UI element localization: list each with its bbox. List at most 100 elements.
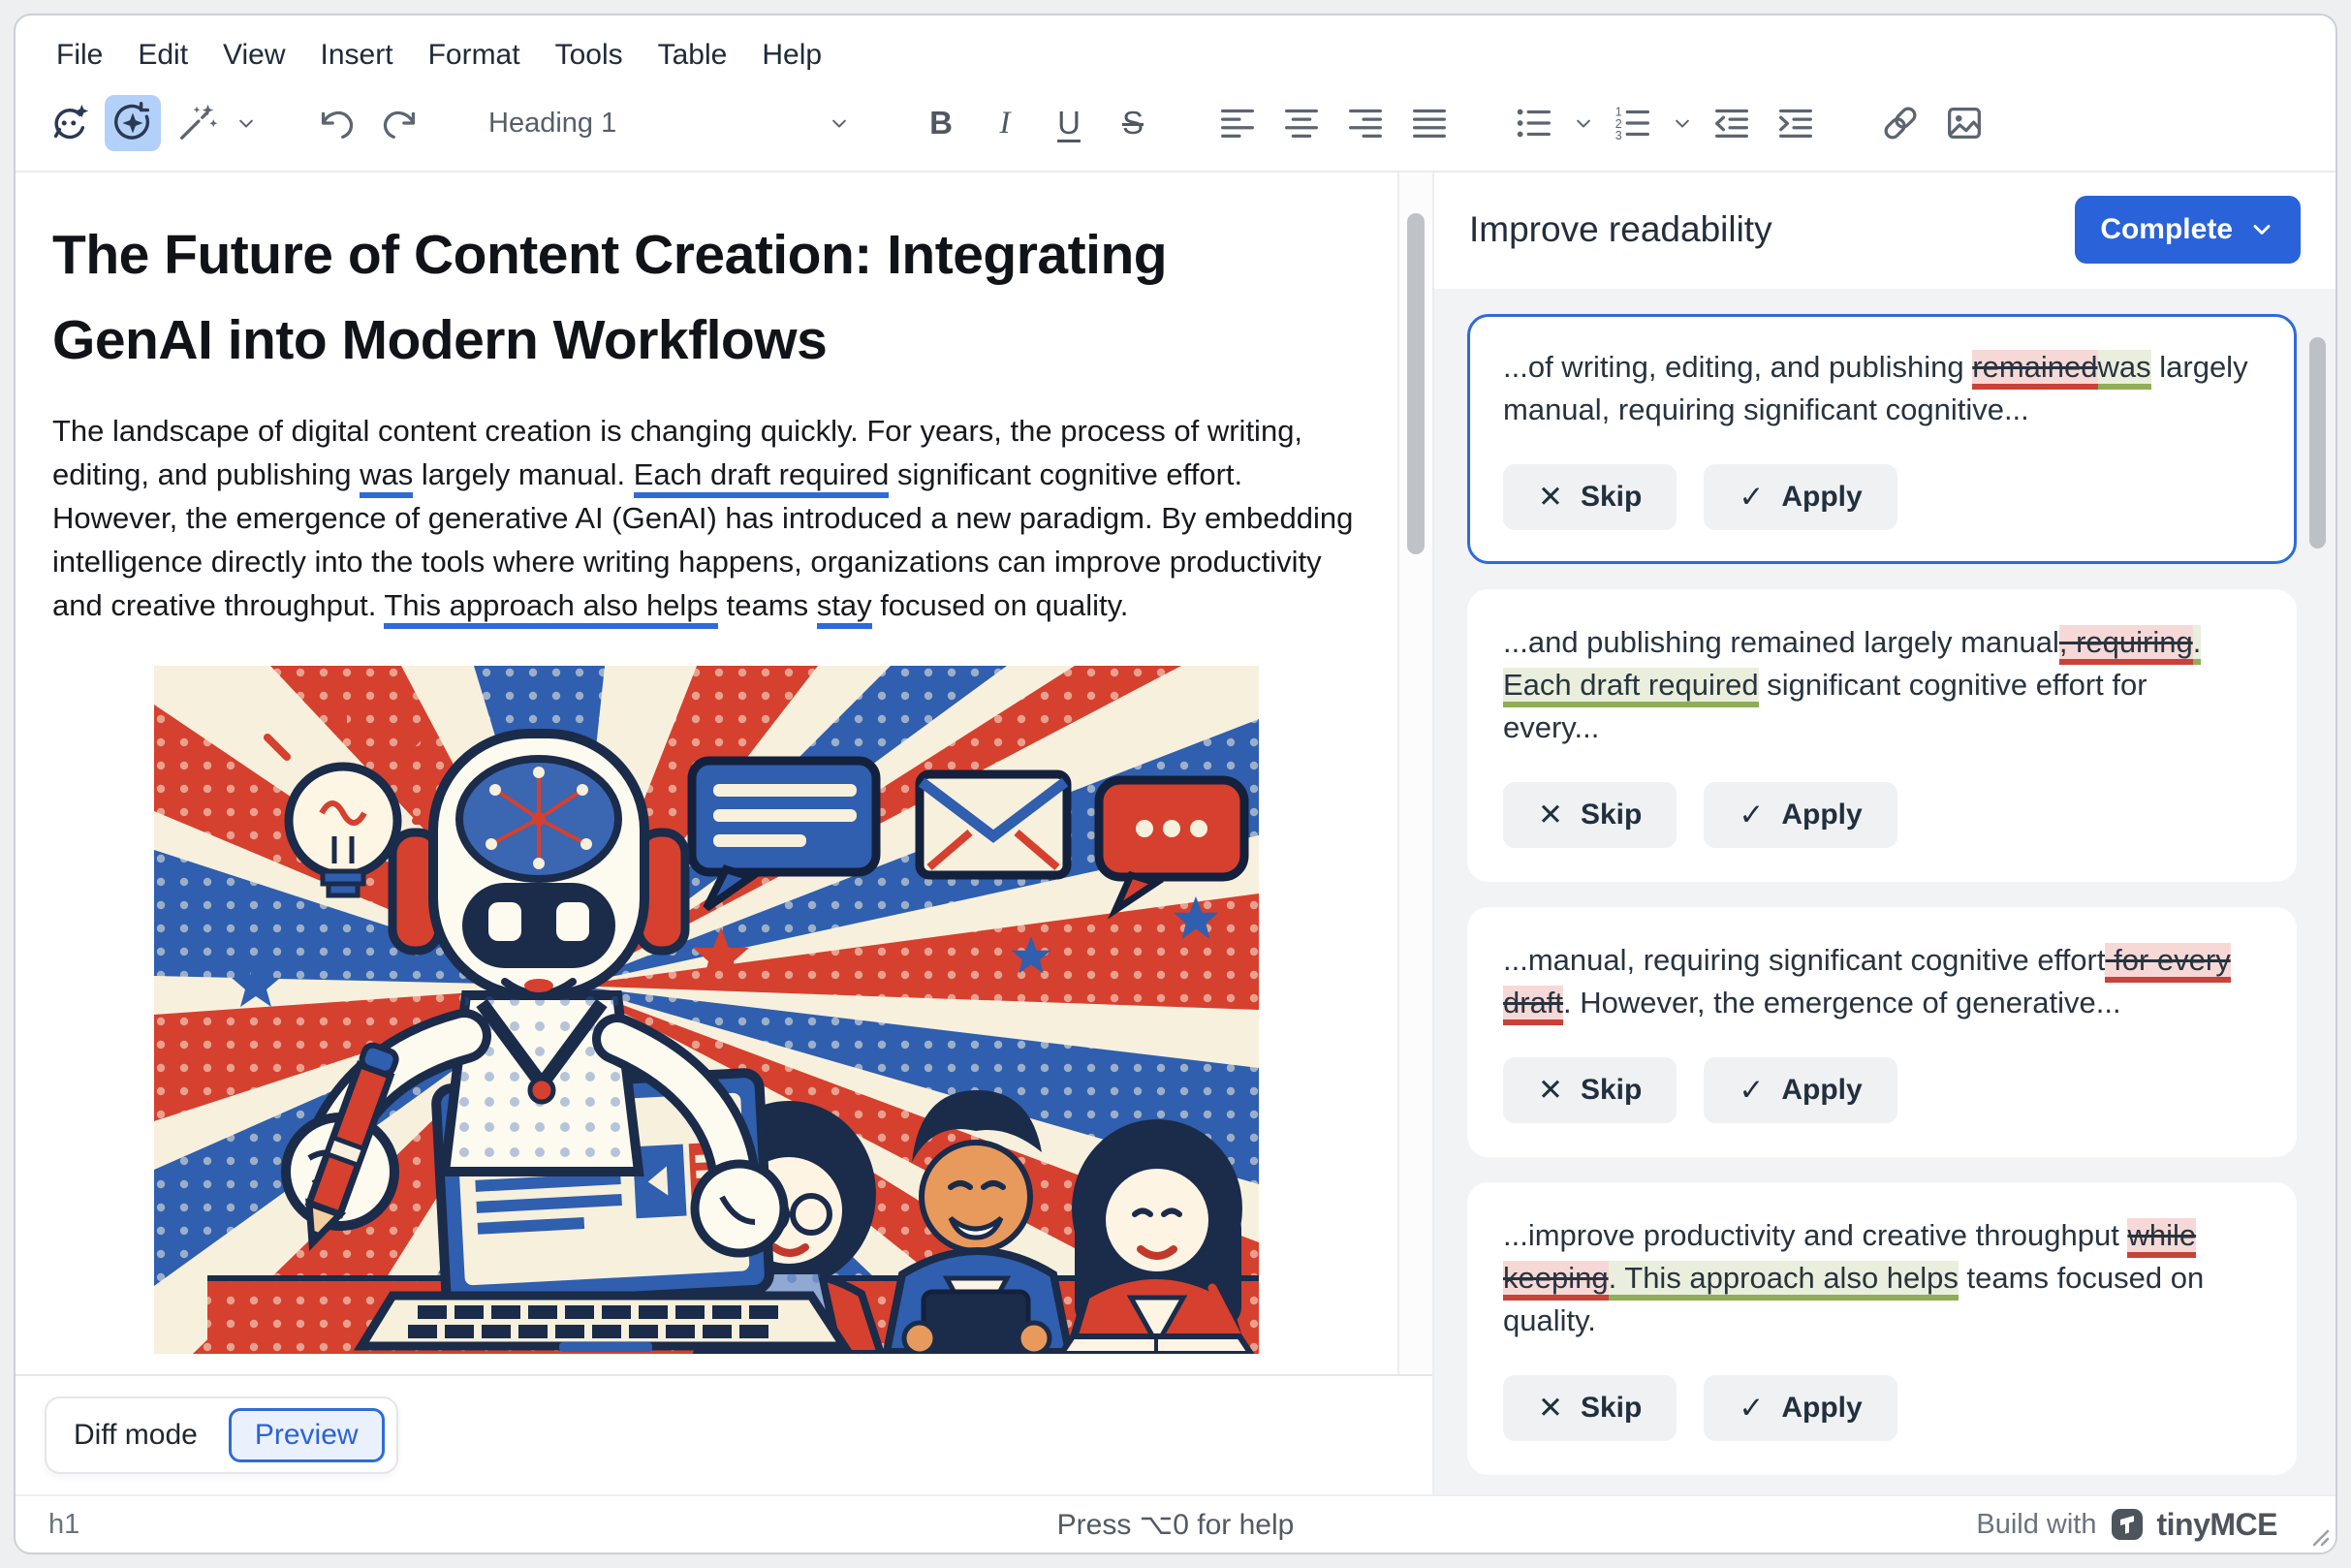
text-span: ...and publishing remained largely manua… — [1503, 625, 2059, 659]
ai-shortcuts-button[interactable] — [105, 95, 161, 151]
element-path: h1 — [48, 1509, 455, 1541]
genai-pop-art-illustration[interactable] — [154, 666, 1259, 1354]
diff-underline-span: stay — [817, 588, 872, 629]
branding[interactable]: Build with tinyMCE — [1896, 1507, 2303, 1543]
x-mark-icon: ✕ — [1538, 1391, 1563, 1426]
apply-button[interactable]: ✓ Apply — [1704, 782, 1896, 848]
menubar: FileEditViewInsertFormatToolsTableHelp — [16, 16, 2335, 83]
outdent-icon — [1709, 101, 1754, 145]
x-mark-icon: ✕ — [1538, 1073, 1563, 1108]
diff-mode-button[interactable]: Diff mode — [58, 1411, 213, 1459]
editor-scrollbar-thumb[interactable] — [1407, 213, 1425, 554]
align-right-button[interactable] — [1337, 95, 1394, 151]
panel-scrollbar-thumb[interactable] — [2309, 337, 2326, 549]
suggestion-card[interactable]: ...and publishing remained largely manua… — [1467, 589, 2297, 882]
ai-orbit-sparkle-icon — [110, 101, 155, 145]
apply-button[interactable]: ✓ Apply — [1704, 464, 1896, 530]
complete-chevron-down-icon — [2248, 216, 2275, 243]
apply-button[interactable]: ✓ Apply — [1704, 1057, 1896, 1123]
menu-tools[interactable]: Tools — [538, 31, 641, 79]
editor-content[interactable]: The Future of Content Creation: Integrat… — [16, 172, 1397, 1374]
main-area: The Future of Content Creation: Integrat… — [16, 172, 2335, 1494]
skip-button[interactable]: ✕ Skip — [1503, 464, 1677, 530]
indent-icon — [1773, 101, 1818, 145]
menu-format[interactable]: Format — [411, 31, 538, 79]
text-span: focused on quality. — [872, 588, 1129, 622]
align-center-button[interactable] — [1273, 95, 1330, 151]
complete-button[interactable]: Complete — [2075, 196, 2301, 264]
block-format-label: Heading 1 — [488, 108, 616, 140]
improve-readability-panel: Improve readability Complete ...of writi… — [1432, 172, 2335, 1494]
block-format-select[interactable]: Heading 1 — [477, 95, 864, 151]
diff-underline-span: This approach also helps — [384, 588, 718, 629]
italic-button[interactable]: I — [977, 95, 1033, 151]
tinymce-logo-icon — [2111, 1508, 2144, 1541]
panel-title: Improve readability — [1469, 209, 1772, 250]
view-mode-toggle: Diff mode Preview — [45, 1396, 398, 1474]
suggestion-card[interactable]: ...of writing, editing, and publishing r… — [1467, 314, 2297, 564]
indent-button[interactable] — [1768, 95, 1824, 151]
bullet-list-button[interactable] — [1506, 95, 1562, 151]
menu-insert[interactable]: Insert — [303, 31, 411, 79]
menu-table[interactable]: Table — [641, 31, 745, 79]
preview-button[interactable]: Preview — [229, 1408, 385, 1462]
image-icon — [1942, 101, 1987, 145]
menu-view[interactable]: View — [205, 31, 302, 79]
align-left-icon — [1215, 101, 1260, 145]
outdent-button[interactable] — [1704, 95, 1760, 151]
ins-text: . This approach also helps — [1609, 1261, 1959, 1301]
check-mark-icon: ✓ — [1739, 1391, 1764, 1426]
suggestion-actions: ✕ Skip ✓ Apply — [1503, 464, 2261, 530]
text-span: ...manual, requiring significant cogniti… — [1503, 943, 2105, 977]
align-justify-button[interactable] — [1401, 95, 1458, 151]
align-right-icon — [1343, 101, 1388, 145]
numbered-list-button[interactable]: 1 2 3 — [1605, 95, 1661, 151]
menu-edit[interactable]: Edit — [120, 31, 205, 79]
editor-window: FileEditViewInsertFormatToolsTableHelp — [14, 14, 2337, 1554]
menu-file[interactable]: File — [39, 31, 120, 79]
numbered-list-icon: 1 2 3 — [1611, 101, 1655, 145]
suggestion-card[interactable]: ...manual, requiring significant cogniti… — [1467, 907, 2297, 1157]
numbered-list-chevron-icon[interactable] — [1669, 110, 1696, 137]
suggestion-actions: ✕ Skip ✓ Apply — [1503, 782, 2261, 848]
resize-grip-icon[interactable] — [2304, 1521, 2330, 1547]
x-mark-icon: ✕ — [1538, 798, 1563, 832]
brand-name: tinyMCE — [2157, 1507, 2278, 1543]
apply-button[interactable]: ✓ Apply — [1704, 1375, 1896, 1441]
redo-icon — [378, 101, 423, 145]
align-justify-icon — [1407, 101, 1452, 145]
redo-button[interactable] — [372, 95, 428, 151]
editor-scrollbar[interactable] — [1397, 172, 1432, 1374]
ai-wand-button[interactable] — [169, 95, 225, 151]
check-mark-icon: ✓ — [1739, 480, 1764, 515]
suggestion-actions: ✕ Skip ✓ Apply — [1503, 1375, 2261, 1441]
complete-label: Complete — [2100, 213, 2233, 246]
link-button[interactable] — [1872, 95, 1928, 151]
skip-button[interactable]: ✕ Skip — [1503, 782, 1677, 848]
bold-button[interactable]: B — [913, 95, 969, 151]
skip-button[interactable]: ✕ Skip — [1503, 1057, 1677, 1123]
help-shortcut-text: Press ⌥0 for help — [455, 1508, 1896, 1542]
panel-header: Improve readability Complete — [1434, 172, 2335, 289]
editor-paragraph: The landscape of digital content creatio… — [52, 409, 1361, 627]
diff-underline-span: Each draft required — [634, 457, 890, 498]
text-span: teams — [718, 588, 817, 622]
editor-column: The Future of Content Creation: Integrat… — [16, 172, 1432, 1494]
align-left-button[interactable] — [1209, 95, 1266, 151]
ai-dialog-button[interactable] — [41, 95, 97, 151]
underline-button[interactable]: U — [1041, 95, 1097, 151]
wand-chevron-down-icon[interactable] — [233, 110, 260, 137]
bullet-list-chevron-icon[interactable] — [1570, 110, 1597, 137]
envelope-motif — [920, 774, 1067, 875]
check-mark-icon: ✓ — [1739, 1073, 1764, 1108]
undo-button[interactable] — [308, 95, 364, 151]
suggestion-card[interactable]: ...improve productivity and creative thr… — [1467, 1182, 2297, 1475]
suggestion-text: ...and publishing remained largely manua… — [1503, 621, 2249, 749]
strikethrough-button[interactable]: S — [1105, 95, 1161, 151]
magic-wand-icon — [174, 101, 219, 145]
text-span: largely manual. — [413, 457, 633, 491]
image-button[interactable] — [1936, 95, 1992, 151]
svg-text:3: 3 — [1615, 129, 1622, 142]
skip-button[interactable]: ✕ Skip — [1503, 1375, 1677, 1441]
menu-help[interactable]: Help — [744, 31, 839, 79]
